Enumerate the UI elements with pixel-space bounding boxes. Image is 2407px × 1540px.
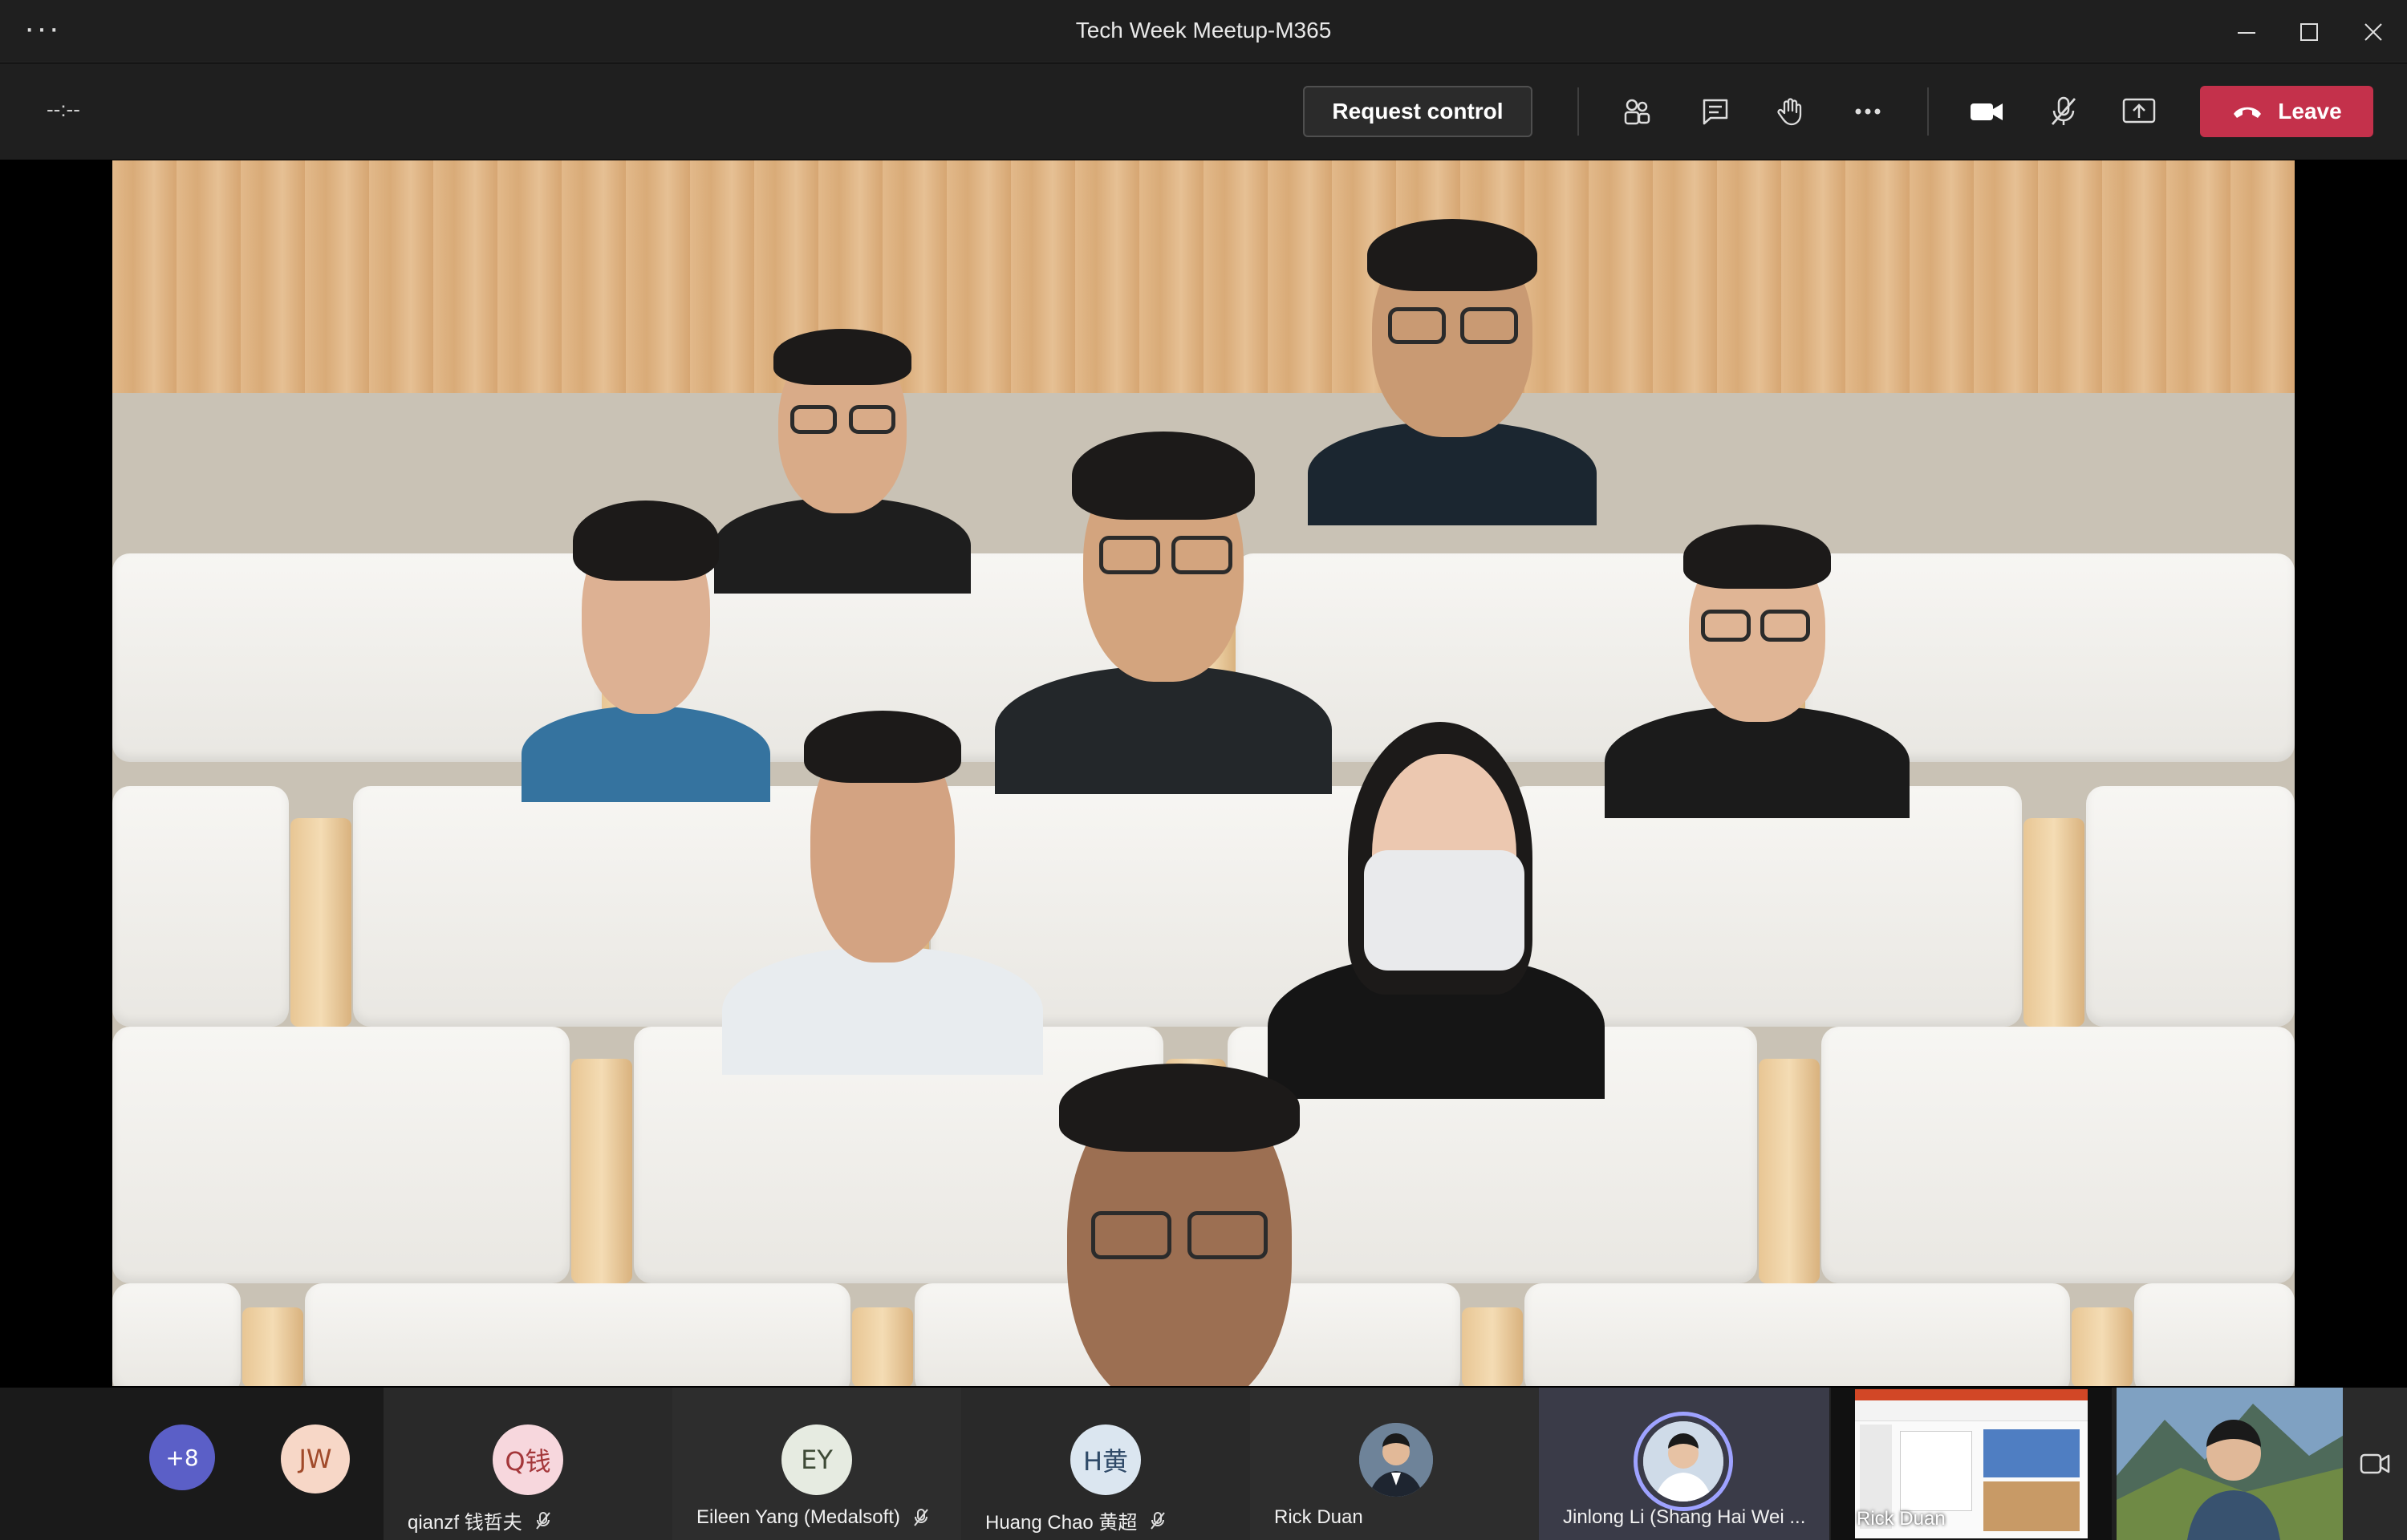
participant-tile[interactable]: Rick Duan	[1250, 1388, 1539, 1540]
camera-switch-icon[interactable]	[2359, 1450, 2391, 1477]
toolbar-divider	[1927, 87, 1929, 136]
meeting-stage	[0, 160, 2407, 1386]
speaking-ring	[1634, 1412, 1733, 1511]
avatar: H黄	[1070, 1424, 1141, 1495]
overflow-tile: +8 JW	[0, 1388, 384, 1540]
participant-tile[interactable]: H黄 Huang Chao 黄超	[961, 1388, 1250, 1540]
meeting-timer: --:--	[47, 97, 80, 121]
avatar	[1359, 1423, 1433, 1497]
maximize-icon[interactable]	[2291, 14, 2327, 50]
mic-off-icon	[1151, 1511, 1166, 1530]
wood-wall	[112, 160, 2295, 433]
self-view-feed	[2117, 1388, 2343, 1540]
mic-off-icon[interactable]	[2040, 89, 2088, 134]
avatar[interactable]: JW	[281, 1424, 350, 1493]
toolbar-divider	[1577, 87, 1579, 136]
chat-icon[interactable]	[1691, 89, 1739, 134]
minimize-icon[interactable]	[2229, 14, 2264, 50]
participant-video	[995, 1059, 1364, 1386]
participant-video	[1252, 722, 1621, 1099]
meeting-toolbar: --:-- Request control Leave	[0, 63, 2407, 160]
participant-name: Jinlong Li (Shang Hai Wei ...	[1563, 1506, 1806, 1528]
participant-video	[706, 706, 1059, 1075]
mic-off-icon	[914, 1509, 928, 1526]
participant-tile[interactable]: EY Eileen Yang (Medalsoft)	[672, 1388, 961, 1540]
participant-name: Rick Duan	[1274, 1506, 1363, 1528]
camera-switch-tile[interactable]	[2343, 1388, 2407, 1540]
avatar: Q钱	[493, 1424, 563, 1495]
avatar	[1643, 1421, 1723, 1502]
share-screen-icon[interactable]	[2115, 89, 2163, 134]
participant-name: Huang Chao 黄超	[985, 1506, 1167, 1534]
overflow-badge[interactable]: +8	[149, 1424, 215, 1490]
shared-content-presenter: Rick Duan	[1857, 1508, 1946, 1530]
avatar: EY	[781, 1424, 852, 1495]
leave-label: Leave	[2278, 99, 2342, 124]
people-icon[interactable]	[1613, 89, 1661, 134]
participant-strip: +8 JW Q钱 qianzf 钱哲夫 EY Eileen Yang (Meda…	[0, 1388, 2407, 1540]
shared-content-thumbnail[interactable]: Rick Duan	[1831, 1388, 2112, 1540]
title-bar: ··· Tech Week Meetup-M365	[0, 0, 2407, 63]
close-icon[interactable]	[2356, 14, 2391, 50]
camera-icon[interactable]	[1963, 89, 2011, 134]
participant-tile[interactable]: Q钱 qianzf 钱哲夫	[384, 1388, 672, 1540]
more-icon[interactable]	[1844, 89, 1892, 134]
participant-name: qianzf 钱哲夫	[408, 1506, 553, 1534]
together-mode-scene	[112, 160, 2295, 1386]
participant-tile-speaking[interactable]: Jinlong Li (Shang Hai Wei ...	[1539, 1388, 1829, 1540]
mic-off-icon	[535, 1511, 550, 1530]
hang-up-icon	[2234, 107, 2262, 118]
participant-name: Eileen Yang (Medalsoft)	[696, 1506, 931, 1529]
window-title: Tech Week Meetup-M365	[1075, 18, 1332, 43]
request-control-button[interactable]: Request control	[1303, 86, 1532, 137]
self-view-video[interactable]	[2117, 1388, 2343, 1540]
participant-video	[1589, 513, 1926, 818]
raise-hand-icon[interactable]	[1767, 89, 1815, 134]
leave-button[interactable]: Leave	[2200, 86, 2373, 137]
